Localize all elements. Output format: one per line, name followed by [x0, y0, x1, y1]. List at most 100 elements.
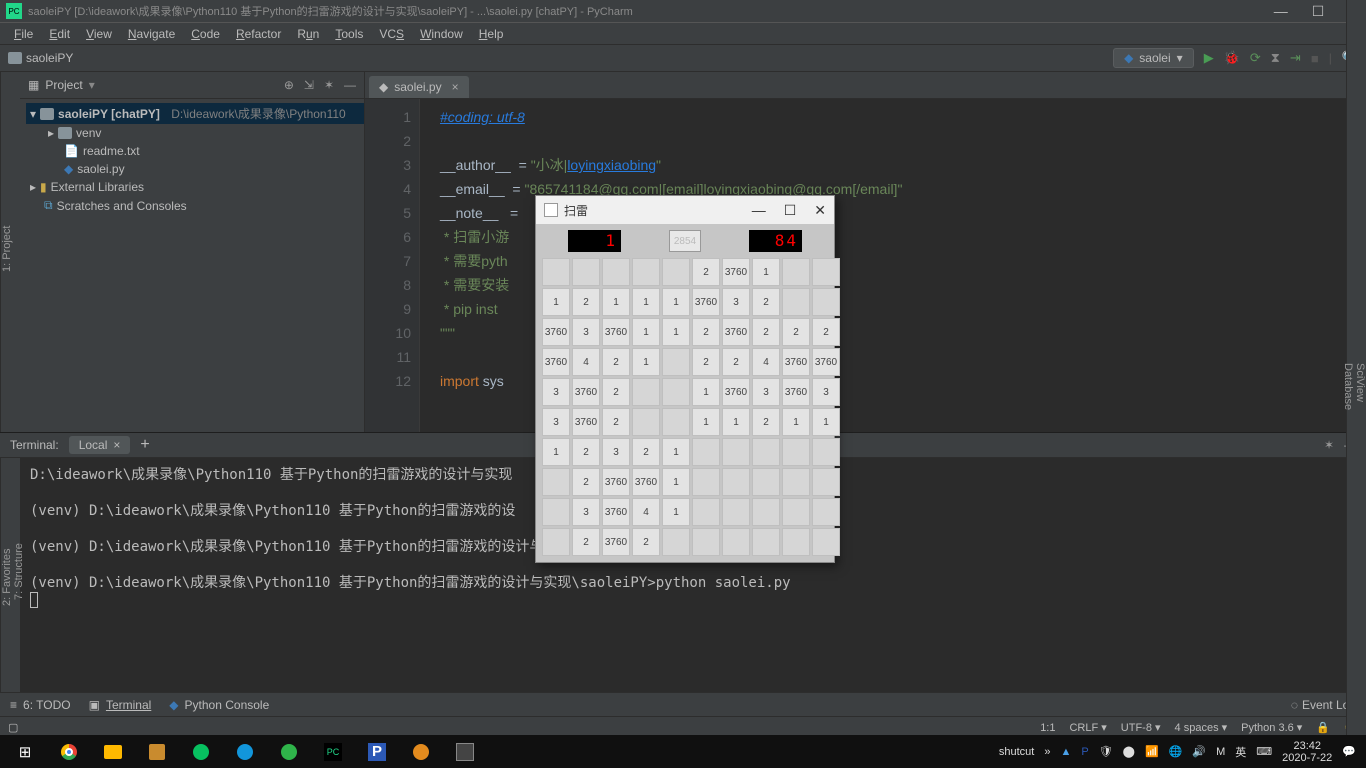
mines-cell[interactable]: 4 [752, 348, 780, 376]
mines-cell[interactable] [812, 288, 840, 316]
mines-reset-button[interactable]: 2854 [669, 230, 701, 252]
mines-cell[interactable]: 3760 [602, 318, 630, 346]
status-encoding[interactable]: UTF-8 ▾ [1121, 721, 1161, 734]
mines-cell[interactable]: 2 [782, 318, 810, 346]
tool-structure-tab[interactable]: 7: Structure [13, 458, 25, 686]
mines-cell[interactable] [692, 498, 720, 526]
status-position[interactable]: 1:1 [1040, 722, 1055, 734]
taskbar-wechat[interactable] [180, 735, 222, 768]
collapse-icon[interactable]: ⇲ [304, 78, 314, 92]
breadcrumb-project[interactable]: saoleiPY [26, 51, 73, 65]
mines-cell[interactable]: 3760 [722, 318, 750, 346]
mines-cell[interactable]: 3760 [632, 468, 660, 496]
gear-icon[interactable]: ✶ [324, 78, 334, 92]
mines-cell[interactable]: 3760 [692, 288, 720, 316]
mines-cell[interactable]: 3760 [782, 378, 810, 406]
mines-cell[interactable]: 2 [602, 348, 630, 376]
mines-cell[interactable]: 2 [572, 288, 600, 316]
mines-cell[interactable] [542, 528, 570, 556]
mines-cell[interactable]: 2 [752, 288, 780, 316]
stop-icon[interactable]: ■ [1311, 51, 1319, 66]
mines-cell[interactable] [632, 258, 660, 286]
tray-keyboard-icon[interactable]: ⌨ [1256, 745, 1272, 758]
taskbar-running[interactable] [444, 735, 486, 768]
mines-cell[interactable]: 3 [572, 318, 600, 346]
mines-cell[interactable] [752, 528, 780, 556]
tab-python-console[interactable]: ◆Python Console [169, 698, 269, 712]
mines-cell[interactable]: 1 [692, 378, 720, 406]
mines-cell[interactable] [812, 438, 840, 466]
mines-cell[interactable]: 3760 [782, 348, 810, 376]
mines-cell[interactable]: 1 [662, 318, 690, 346]
minimize-icon[interactable]: — [1274, 3, 1288, 20]
mines-cell[interactable]: 1 [782, 408, 810, 436]
mines-cell[interactable] [782, 258, 810, 286]
lock-icon[interactable]: 🔒 [1316, 721, 1330, 734]
editor-tab[interactable]: ◆ saolei.py × [369, 76, 469, 98]
mines-cell[interactable] [782, 288, 810, 316]
locate-icon[interactable]: ⊕ [284, 78, 294, 92]
mines-cell[interactable]: 2 [722, 348, 750, 376]
menu-vcs[interactable]: VCS [373, 25, 410, 43]
run-icon[interactable]: ▶ [1204, 50, 1214, 66]
taskbar-chrome[interactable] [48, 735, 90, 768]
mines-cell[interactable] [812, 468, 840, 496]
minesweeper-window[interactable]: 扫雷 — ☐ ✕ 1 2854 84 237601121113760323760… [535, 195, 835, 563]
mines-cell[interactable] [662, 258, 690, 286]
mines-cell[interactable]: 3 [722, 288, 750, 316]
taskbar-app[interactable] [136, 735, 178, 768]
tree-venv[interactable]: ▸ venv [26, 124, 364, 142]
tree-root[interactable]: ▾ saoleiPY [chatPY] D:\ideawork\成果录像\Pyt… [26, 103, 364, 124]
code-area[interactable]: 123456789101112 #coding: utf-8 __author_… [365, 99, 1366, 432]
close-icon[interactable]: × [452, 80, 459, 94]
mines-cell[interactable]: 2 [812, 318, 840, 346]
mines-cell[interactable] [542, 258, 570, 286]
mines-cell[interactable] [662, 408, 690, 436]
tab-terminal[interactable]: ▣Terminal [89, 698, 152, 712]
mines-cell[interactable]: 2 [692, 318, 720, 346]
taskbar-app2[interactable] [224, 735, 266, 768]
tool-sciview-tab[interactable]: SciView [1354, 6, 1366, 758]
status-eol[interactable]: CRLF ▾ [1069, 721, 1106, 734]
tool-favorites-tab[interactable]: 2: Favorites [1, 468, 13, 686]
mines-cell[interactable]: 3760 [812, 348, 840, 376]
status-icon[interactable]: ▢ [8, 721, 18, 734]
mines-cell[interactable]: 4 [632, 498, 660, 526]
mines-cell[interactable]: 3760 [542, 318, 570, 346]
mines-cell[interactable] [722, 468, 750, 496]
mines-cell[interactable] [662, 378, 690, 406]
menu-window[interactable]: Window [414, 25, 469, 43]
mines-cell[interactable] [782, 528, 810, 556]
mines-cell[interactable]: 2 [692, 258, 720, 286]
tray-ime[interactable]: 英 [1235, 744, 1246, 760]
left-tool-gutter[interactable]: 1: Project [0, 72, 20, 432]
mines-cell[interactable] [602, 258, 630, 286]
mines-cell[interactable]: 2 [692, 348, 720, 376]
tree-saolei-py[interactable]: ◆ saolei.py [26, 160, 364, 178]
tray-icon[interactable]: 🛡 [1099, 745, 1113, 758]
tray-chevron-icon[interactable]: » [1044, 746, 1050, 758]
menu-tools[interactable]: Tools [329, 25, 369, 43]
tray-icon[interactable]: ▲ [1060, 746, 1071, 758]
mines-cell[interactable]: 1 [812, 408, 840, 436]
menu-edit[interactable]: Edit [43, 25, 76, 43]
minimize-icon[interactable]: — [752, 202, 766, 219]
tray-icon[interactable]: P [1081, 746, 1088, 758]
start-button[interactable]: ⊞ [4, 735, 46, 768]
mines-cell[interactable]: 2 [572, 438, 600, 466]
menu-refactor[interactable]: Refactor [230, 25, 287, 43]
mines-cell[interactable] [692, 468, 720, 496]
mines-cell[interactable]: 3760 [722, 378, 750, 406]
mines-cell[interactable] [662, 528, 690, 556]
run-config-select[interactable]: ◆ saolei ▾ [1113, 48, 1194, 68]
mines-cell[interactable]: 3760 [572, 378, 600, 406]
hide-icon[interactable]: — [344, 78, 356, 92]
tree-readme[interactable]: 📄 readme.txt [26, 142, 364, 160]
taskbar-app3[interactable] [400, 735, 442, 768]
maximize-icon[interactable]: ☐ [1312, 3, 1325, 20]
mines-cell[interactable]: 3 [572, 498, 600, 526]
tool-project-tab[interactable]: 1: Project [1, 226, 13, 272]
mines-cell[interactable]: 2 [602, 378, 630, 406]
taskbar-clock[interactable]: 23:42 2020-7-22 [1282, 740, 1332, 764]
taskbar-p[interactable]: P [356, 735, 398, 768]
